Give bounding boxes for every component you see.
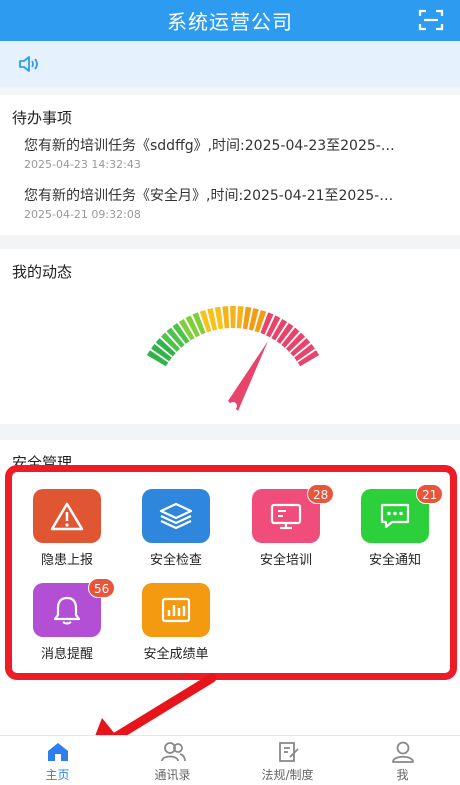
todo-item[interactable]: 您有新的培训任务《sddffg》,时间:2025-04-23至2025-… 20… <box>24 135 424 171</box>
tab-regulations[interactable]: 法规/制度 <box>230 736 345 785</box>
tab-label: 我 <box>396 768 409 782</box>
tab-label: 主页 <box>45 768 70 782</box>
todo-item[interactable]: 您有新的培训任务《安全月》,时间:2025-04-21至2025-… 2025-… <box>24 185 424 221</box>
tab-label: 法规/制度 <box>261 768 314 782</box>
tab-label: 通讯录 <box>154 768 191 782</box>
gauge-segment <box>236 306 244 329</box>
dynamic-title: 我的动态 <box>12 263 73 281</box>
speaker-icon <box>19 56 38 72</box>
todo-section: 待办事项 您有新的培训任务《sddffg》,时间:2025-04-23至2025… <box>0 95 460 235</box>
bottom-tabbar: 主页 通讯录 法规/制度 我 <box>0 735 460 785</box>
gauge-needle <box>228 341 268 411</box>
tab-contacts[interactable]: 通讯录 <box>115 736 230 785</box>
gauge-segment <box>230 306 236 329</box>
gauge-meter <box>146 306 320 411</box>
page-title: 系统运营公司 <box>167 10 293 34</box>
dynamic-section: 我的动态 <box>0 249 460 424</box>
home-icon <box>47 743 68 761</box>
todo-text: 您有新的培训任务《安全月》,时间:2025-04-21至2025-… <box>24 188 394 204</box>
document-icon <box>278 742 299 762</box>
highlight-box <box>5 465 457 680</box>
todo-title: 待办事项 <box>12 109 73 127</box>
user-icon <box>391 741 414 763</box>
top-header: 系统运营公司 <box>0 0 460 41</box>
notice-bar[interactable] <box>0 41 460 87</box>
contacts-icon <box>160 742 186 762</box>
todo-time: 2025-04-23 14:32:43 <box>24 158 141 171</box>
gauge-segment <box>222 306 230 329</box>
tab-me[interactable]: 我 <box>345 736 460 785</box>
gauge-pivot <box>229 402 237 410</box>
scan-icon[interactable] <box>418 8 444 32</box>
todo-time: 2025-04-21 09:32:08 <box>24 208 141 221</box>
todo-text: 您有新的培训任务《sddffg》,时间:2025-04-23至2025-… <box>24 138 395 154</box>
app-screen: 系统运营公司 待办事项 您有新的培训任务《sddffg》,时间:2025-04-… <box>0 0 460 785</box>
tab-home[interactable]: 主页 <box>0 736 115 785</box>
